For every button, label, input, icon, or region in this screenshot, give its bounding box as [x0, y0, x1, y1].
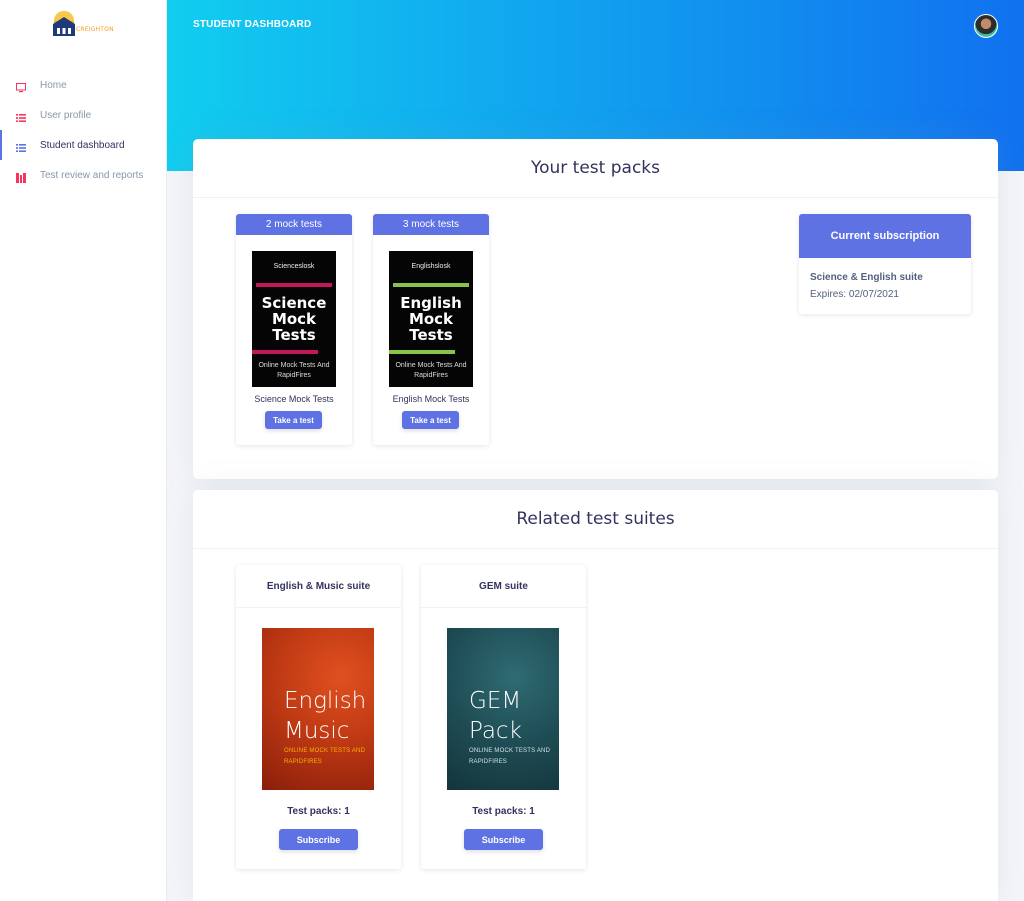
cover-accent-bar	[393, 283, 469, 287]
mock-test-count-badge: 2 mock tests	[236, 214, 352, 235]
suite-cover-image: GEM Pack ONLINE MOCK TESTS AND RAPIDFIRE…	[447, 628, 559, 790]
list-icon	[16, 140, 26, 152]
pack-cover-image: Scienceslosk Science Mock Tests Online M…	[252, 251, 336, 387]
cover-brand: Scienceslosk	[273, 263, 315, 270]
cover-subtitle: ONLINE MOCK TESTS AND RAPIDFIRES	[469, 748, 551, 765]
sidebar-item-label: User profile	[40, 109, 92, 121]
card-header: Related test suites	[193, 490, 998, 549]
mock-test-count-badge: 3 mock tests	[373, 214, 489, 235]
sidebar-item-label: Test review and reports	[40, 169, 144, 181]
cover-accent-bar	[389, 350, 455, 354]
suite-name: GEM suite	[421, 565, 586, 608]
test-pack-english: 3 mock tests Englishslosk English Mock T…	[373, 214, 489, 445]
suite-gem: GEM suite GEM Pack ONLINE MOCK TESTS AND…	[421, 565, 586, 869]
sidebar-item-student-dashboard[interactable]: Student dashboard	[0, 130, 167, 160]
pack-name: English Mock Tests	[392, 394, 470, 404]
take-test-button[interactable]: Take a test	[402, 411, 459, 429]
sidebar-item-home[interactable]: Home	[0, 70, 167, 100]
test-pack-count: Test packs: 1	[287, 806, 350, 817]
cover-accent-bar	[256, 283, 332, 287]
subscribe-button[interactable]: Subscribe	[464, 829, 543, 850]
suite-english-music: English & Music suite English Music ONLI…	[236, 565, 401, 869]
take-test-button[interactable]: Take a test	[265, 411, 322, 429]
report-icon	[16, 170, 26, 183]
related-suites-card: Related test suites English & Music suit…	[193, 490, 998, 901]
logo-text: CREIGHTON	[76, 26, 114, 33]
section-title: Your test packs	[530, 158, 660, 178]
pack-name: Science Mock Tests	[254, 394, 334, 404]
pack-cover-image: Englishslosk English Mock Tests Online M…	[389, 251, 473, 387]
sidebar-item-label: Home	[40, 79, 67, 91]
sidebar-nav: Home User profile Student dashboard Test…	[0, 70, 167, 190]
suite-name: English & Music suite	[236, 565, 401, 608]
sidebar-item-user-profile[interactable]: User profile	[0, 100, 167, 130]
avatar[interactable]	[974, 14, 998, 38]
logo-icon	[53, 11, 75, 36]
cover-subtitle: Online Mock Tests And RapidFires	[258, 362, 330, 379]
creighton-logo[interactable]: CREIGHTON	[52, 10, 122, 40]
sidebar-item-label: Student dashboard	[40, 139, 125, 151]
subscribe-button[interactable]: Subscribe	[279, 829, 358, 850]
test-pack-count: Test packs: 1	[472, 806, 535, 817]
cover-accent-bar	[252, 350, 318, 354]
cover-title: Science Mock Tests	[261, 294, 327, 344]
test-pack-science: 2 mock tests Scienceslosk Science Mock T…	[236, 214, 352, 445]
sidebar-item-test-review[interactable]: Test review and reports	[0, 160, 167, 190]
monitor-icon	[16, 80, 26, 93]
list-icon	[16, 110, 26, 122]
section-title: Related test suites	[516, 509, 675, 529]
test-packs-card: Your test packs 2 mock tests Scienceslos…	[193, 139, 998, 479]
subscription-expiry: Expires: 02/07/2021	[810, 289, 899, 300]
cover-subtitle: ONLINE MOCK TESTS AND RAPIDFIRES	[284, 748, 366, 765]
sidebar: CREIGHTON Home User profile Student dash…	[0, 0, 167, 901]
page-title: STUDENT DASHBOARD	[193, 19, 312, 30]
cover-title: GEM Pack	[469, 688, 522, 744]
subscription-name: Science & English suite	[810, 272, 923, 283]
suite-cover-image: English Music ONLINE MOCK TESTS AND RAPI…	[262, 628, 374, 790]
cover-title: English Music	[284, 688, 367, 744]
cover-subtitle: Online Mock Tests And RapidFires	[395, 362, 467, 379]
card-header: Your test packs	[193, 139, 998, 198]
cover-title: English Mock Tests	[400, 294, 462, 344]
subscription-heading: Current subscription	[799, 214, 971, 258]
current-subscription-card: Current subscription Science & English s…	[799, 214, 971, 314]
cover-brand: Englishslosk	[411, 263, 451, 270]
